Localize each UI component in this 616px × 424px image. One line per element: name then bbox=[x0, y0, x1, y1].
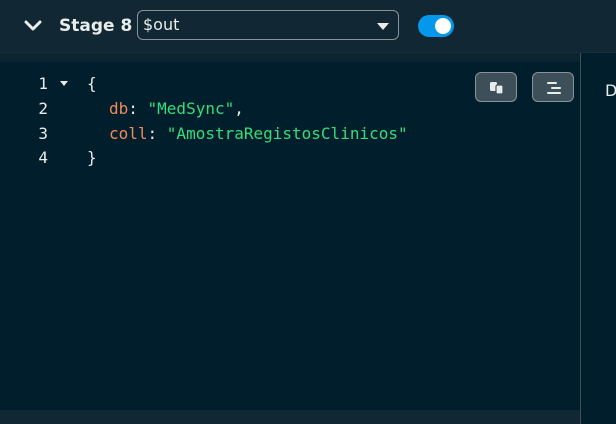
editor-top-strip bbox=[0, 53, 580, 62]
line-number: 3 bbox=[38, 124, 48, 143]
field-value: "MedSync" bbox=[147, 99, 235, 118]
copy-button[interactable] bbox=[475, 72, 517, 102]
fold-arrow-icon[interactable] bbox=[60, 81, 68, 86]
format-icon bbox=[547, 82, 561, 94]
code-line-4: } bbox=[87, 146, 97, 170]
line-number: 1 bbox=[38, 74, 48, 93]
field-key: db bbox=[109, 99, 129, 118]
field-value: "AmostraRegistosClinicos" bbox=[166, 124, 408, 143]
code-line-3: coll: "AmostraRegistosClinicos" bbox=[109, 124, 408, 143]
close-brace: } bbox=[87, 148, 97, 167]
copy-icon bbox=[490, 82, 504, 95]
caret-down-icon bbox=[377, 23, 389, 30]
horizontal-scrollbar[interactable] bbox=[0, 410, 580, 424]
stage-operator-select[interactable]: $out bbox=[137, 10, 399, 40]
stage-label: Stage 8 bbox=[59, 16, 133, 36]
stage-operator-value: $out bbox=[143, 15, 180, 34]
output-preview-pane: D bbox=[581, 53, 616, 424]
code-line-2: db: "MedSync", bbox=[109, 99, 244, 118]
open-brace: { bbox=[87, 74, 97, 93]
field-key: coll bbox=[109, 124, 148, 143]
line-number: 2 bbox=[38, 99, 48, 118]
stage-header: Stage 8 $out bbox=[0, 0, 616, 53]
preview-text: D bbox=[605, 81, 616, 100]
toggle-knob bbox=[435, 18, 451, 34]
chevron-down-icon[interactable] bbox=[22, 16, 44, 36]
code-line-1: { bbox=[87, 72, 97, 96]
code-editor[interactable]: 1 2 3 4 { db: "MedSync", coll: "AmostraR… bbox=[0, 53, 580, 424]
format-button[interactable] bbox=[532, 72, 574, 102]
line-number: 4 bbox=[38, 148, 48, 167]
stage-enabled-toggle[interactable] bbox=[418, 15, 454, 37]
trailing-comma: , bbox=[234, 99, 244, 118]
